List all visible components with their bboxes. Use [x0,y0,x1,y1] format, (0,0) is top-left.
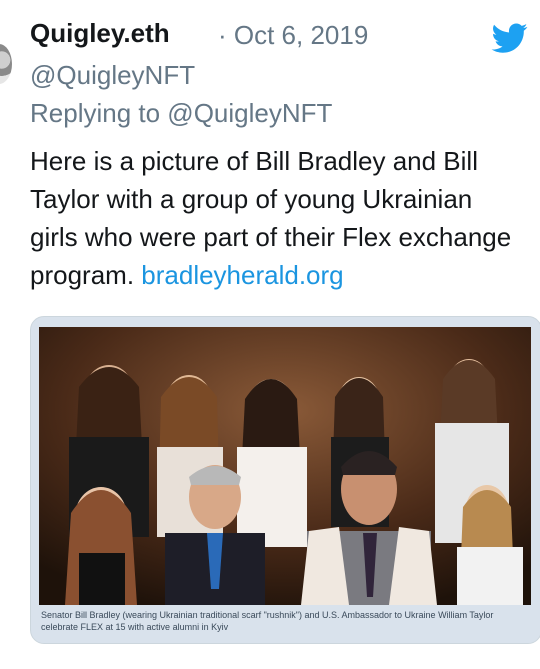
author-handle[interactable]: @QuigleyNFT [30,60,195,91]
author-name[interactable]: Quigley.eth [30,18,170,49]
tweet-text: Here is a picture of Bill Bradley and Bi… [30,142,520,294]
group-photo[interactable] [39,327,531,605]
photo-caption: Senator Bill Bradley (wearing Ukrainian … [41,610,494,632]
avatar[interactable] [0,44,12,84]
tweet-date[interactable]: · Oct 6, 2019 [218,20,368,51]
twitter-bird-icon[interactable] [488,20,532,56]
tweet-link[interactable]: bradleyherald.org [141,260,343,290]
tweet-header: Quigley.eth · Oct 6, 2019 [30,16,540,56]
replying-to[interactable]: Replying to @QuigleyNFT [30,98,332,129]
media-card[interactable]: Senator Bill Bradley (wearing Ukrainian … [30,316,540,644]
